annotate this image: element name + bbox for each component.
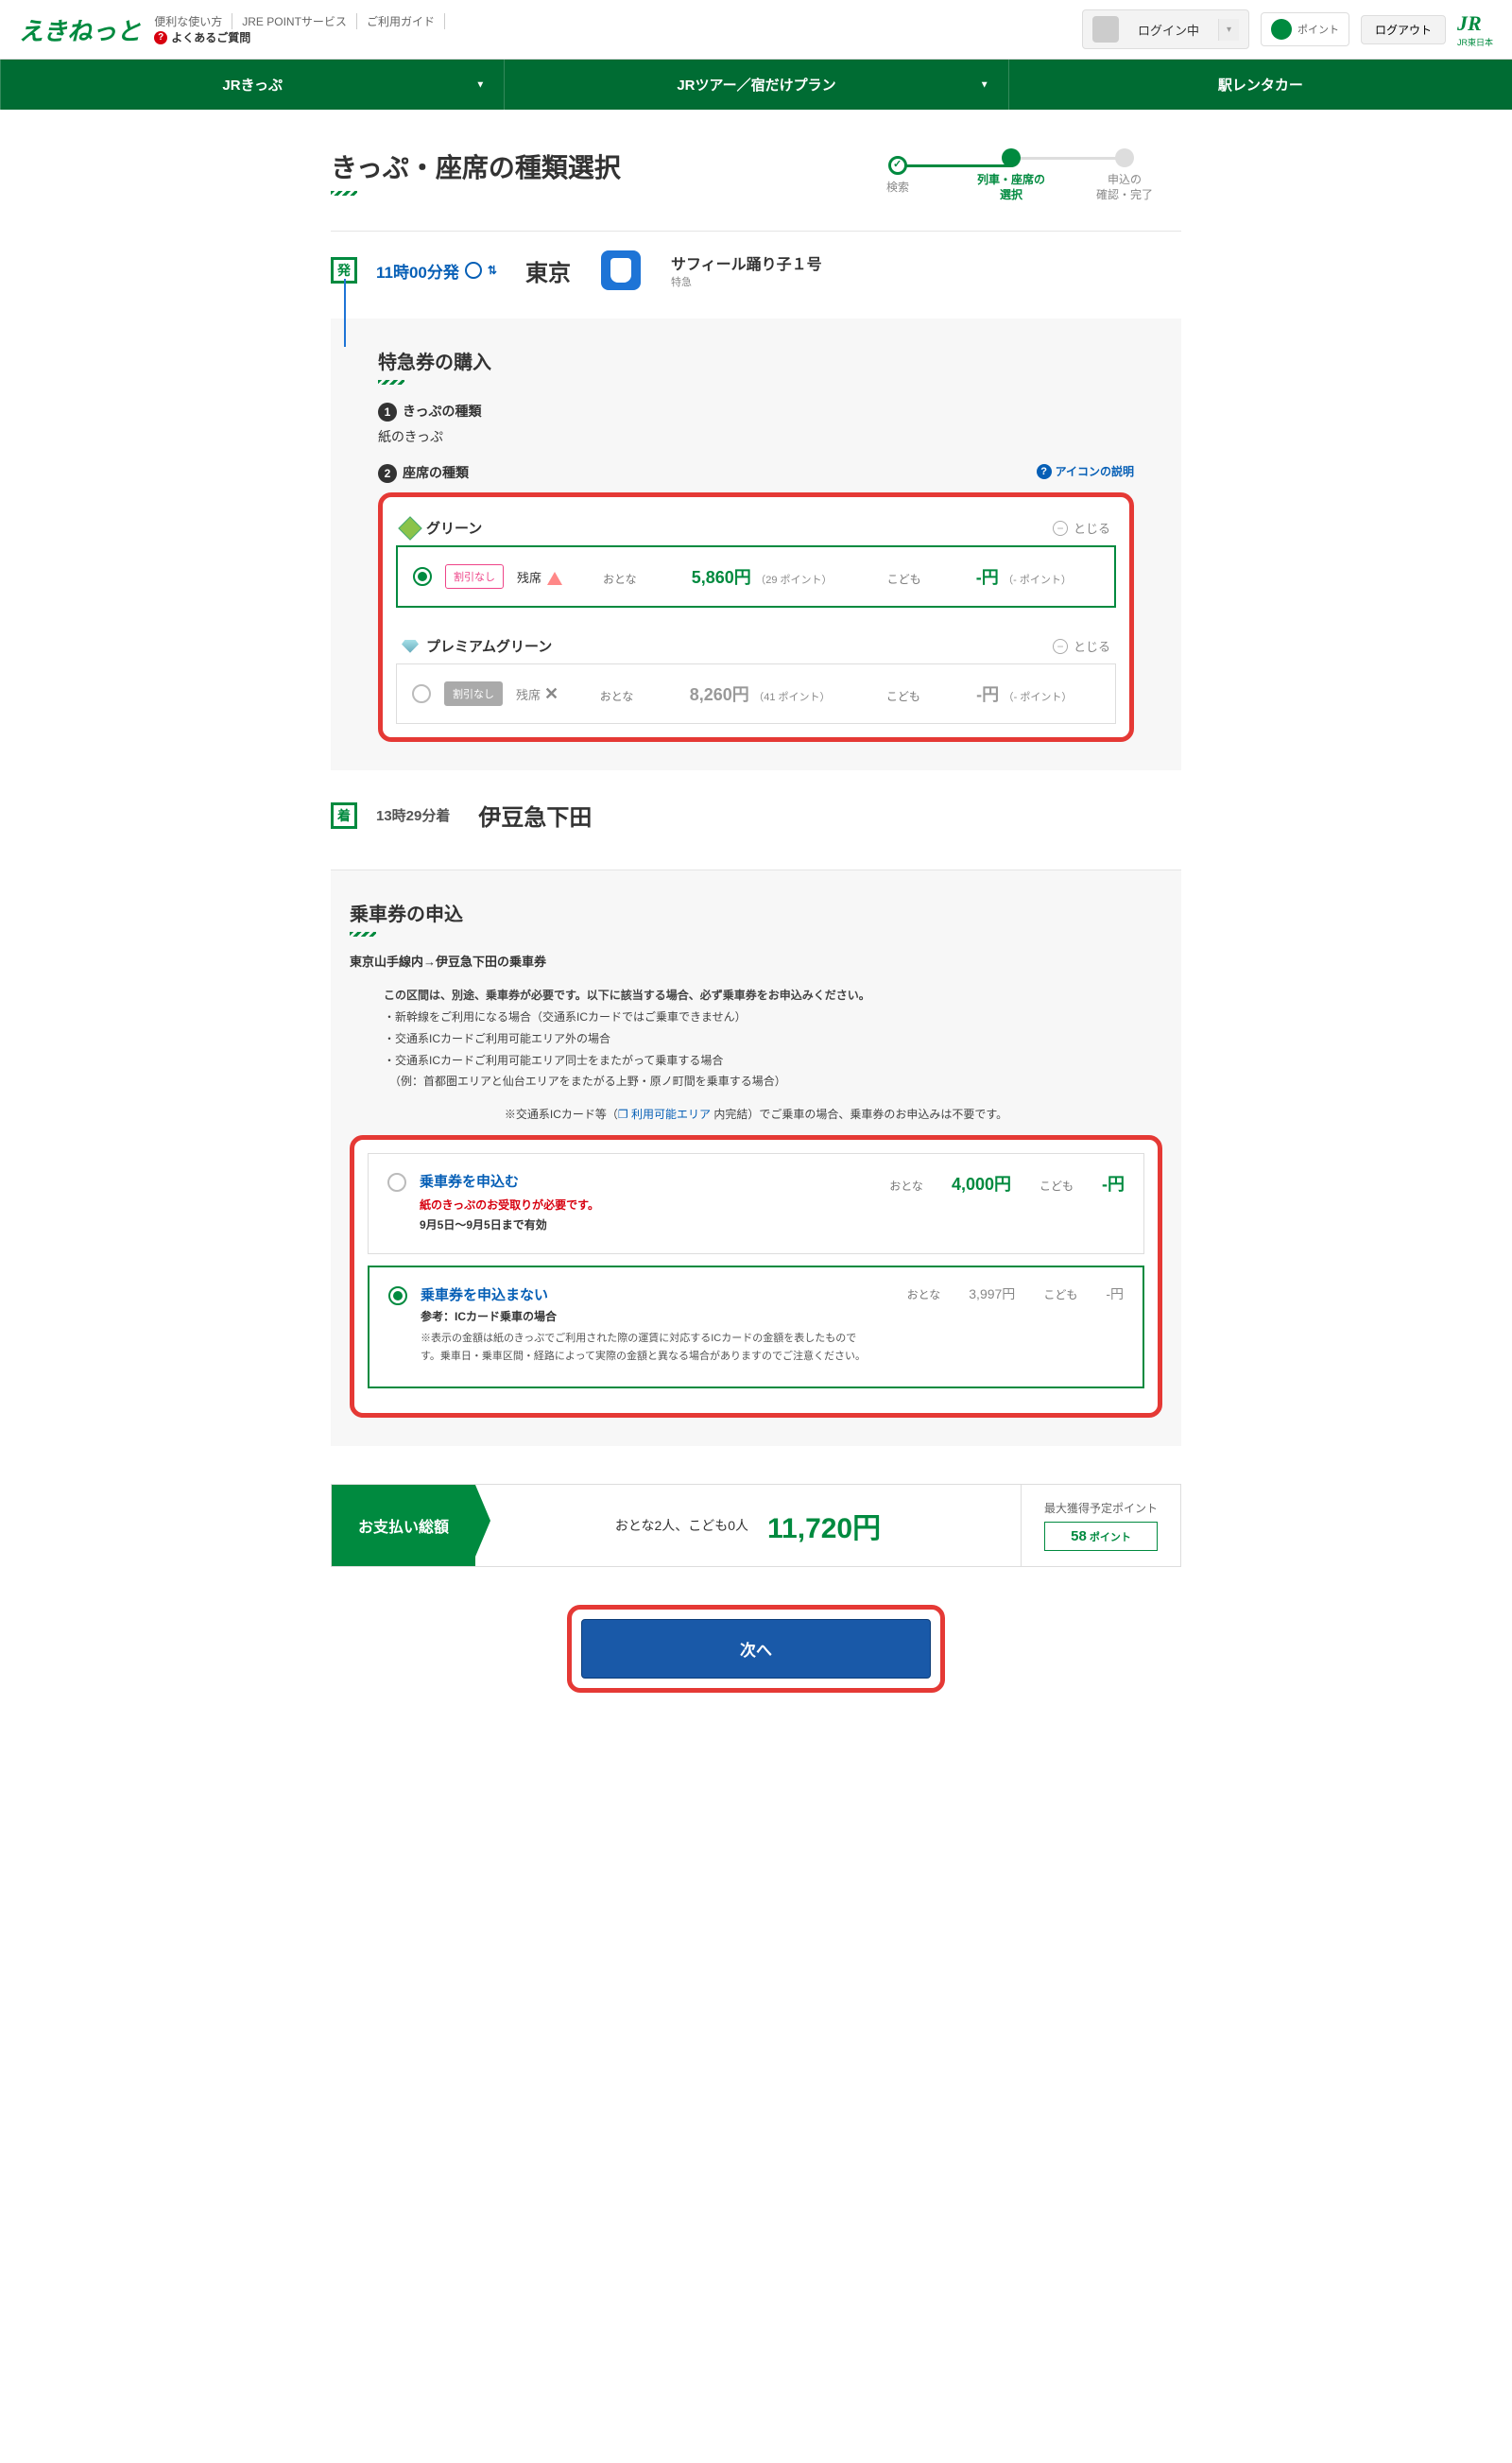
baseticket-selection-highlight: 乗車券を申込む 紙のきっぷのお受取りが必要です。 9月5日～9月5日まで有効 お… — [350, 1135, 1162, 1417]
premium-seat-icon — [402, 640, 419, 653]
icon-help-link[interactable]: ? アイコンの説明 — [1037, 463, 1134, 479]
minus-icon: − — [1053, 639, 1068, 654]
discount-badge: 割引なし — [444, 681, 503, 706]
next-button[interactable]: 次へ — [581, 1619, 931, 1679]
availability-none-icon: ✕ — [544, 684, 558, 703]
departure-time-link[interactable]: 11時00分発 ⇅ — [376, 259, 497, 283]
discount-badge: 割引なし — [445, 564, 504, 589]
arrival-marker: 着 — [331, 802, 357, 829]
minus-icon: − — [1053, 521, 1068, 536]
help-icon: ? — [1037, 464, 1052, 479]
seat-option-premium[interactable]: 割引なし 残席✕ おとな 8,260円 （41 ポイント） こども -円 （- … — [396, 663, 1116, 724]
green-collapse-toggle[interactable]: − とじる — [1053, 519, 1110, 537]
link-usage[interactable]: 便利な使い方 — [154, 13, 232, 29]
express-section-title: 特急券の購入 — [378, 347, 1134, 374]
step-select-icon — [1002, 148, 1021, 167]
nav-tours[interactable]: JRツアー／宿だけプラン▼ — [504, 60, 1007, 110]
baseticket-noapply-option[interactable]: 乗車券を申込まない 参考：ICカード乗車の場合 ※表示の金額は紙のきっぷでご利用… — [368, 1266, 1144, 1387]
arrival-time: 13時29分着 — [376, 805, 450, 825]
ic-area-link[interactable]: ❐ 利用可能エリア — [618, 1108, 711, 1121]
availability-few-icon — [547, 572, 562, 585]
step-confirm-icon — [1115, 148, 1134, 167]
departure-station: 東京 — [525, 254, 571, 287]
ticket-kind-value: 紙のきっぷ — [378, 427, 1134, 446]
radio-green[interactable] — [413, 567, 432, 586]
baseticket-section-title: 乗車券の申込 — [350, 899, 1162, 926]
updown-icon: ⇅ — [488, 264, 497, 277]
points-widget[interactable]: ポイント — [1261, 12, 1349, 46]
passenger-count: おとな2人、こども0人 — [615, 1516, 748, 1535]
clock-icon — [465, 262, 482, 279]
jr-sublabel: JR東日本 — [1457, 36, 1493, 48]
seat-option-green[interactable]: 割引なし 残席 おとな 5,860円 （29 ポイント） こども -円 （- ポ… — [396, 545, 1116, 608]
link-faq[interactable]: ? よくあるご質問 — [154, 29, 445, 45]
total-price: 11,720円 — [767, 1505, 881, 1546]
step-search-icon — [888, 156, 907, 175]
train-icon — [601, 250, 641, 290]
link-jrepoint[interactable]: JRE POINTサービス — [242, 13, 357, 29]
jr-logo: JR — [1457, 11, 1493, 36]
route-label: 東京山手線内→伊豆急下田の乗車券 — [350, 952, 1162, 970]
link-guide[interactable]: ご利用ガイド — [367, 13, 445, 29]
logout-button[interactable]: ログアウト — [1361, 15, 1446, 44]
seat-selection-highlight: グリーン − とじる 割引なし 残席 おとな 5,860円 （29 ポイント） … — [378, 492, 1134, 742]
green-seat-icon — [398, 516, 421, 540]
total-label: お支払い総額 — [332, 1485, 475, 1566]
baseticket-apply-option[interactable]: 乗車券を申込む 紙のきっぷのお受取りが必要です。 9月5日～9月5日まで有効 お… — [368, 1153, 1144, 1254]
radio-noapply[interactable] — [388, 1286, 407, 1305]
next-button-highlight: 次へ — [567, 1605, 945, 1693]
train-type: 特急 — [671, 274, 822, 289]
radio-premium[interactable] — [412, 684, 431, 703]
points-label: 最大獲得予定ポイント — [1044, 1500, 1158, 1516]
points-value: 58 ポイント — [1044, 1522, 1158, 1551]
train-name: サフィール踊り子１号 — [671, 251, 822, 274]
total-bar: お支払い総額 おとな2人、こども0人 11,720円 最大獲得予定ポイント 58… — [331, 1484, 1181, 1567]
avatar-icon — [1092, 16, 1119, 43]
question-icon: ? — [154, 31, 167, 44]
radio-apply[interactable] — [387, 1173, 406, 1192]
login-status-dropdown[interactable]: ログイン中 ▾ — [1082, 9, 1249, 49]
chevron-down-icon: ▾ — [1218, 19, 1239, 41]
premium-collapse-toggle[interactable]: − とじる — [1053, 637, 1110, 655]
nav-rentacar[interactable]: 駅レンタカー — [1008, 60, 1512, 110]
site-logo[interactable]: えきねっと — [19, 12, 141, 47]
arrival-station: 伊豆急下田 — [478, 799, 592, 832]
progress-steps: 検索 列車・座席の 選択 申込の 確認・完了 — [841, 148, 1181, 202]
nav-tickets[interactable]: JRきっぷ▼ — [0, 60, 504, 110]
point-icon — [1271, 19, 1292, 40]
